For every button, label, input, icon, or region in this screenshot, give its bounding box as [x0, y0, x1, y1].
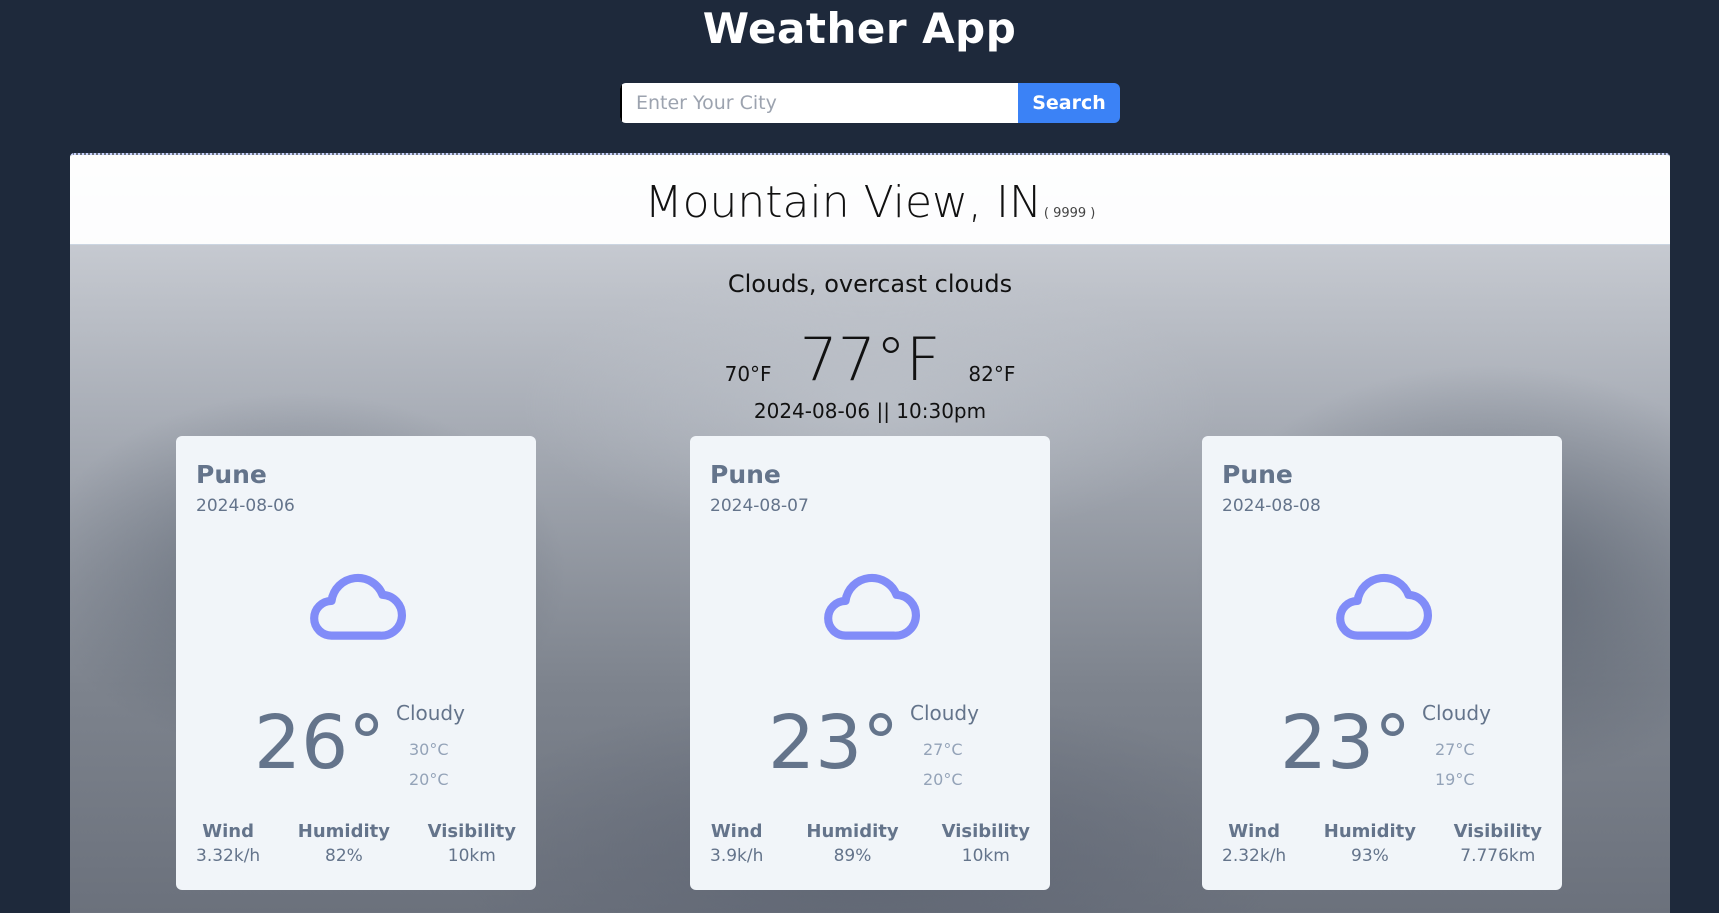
weather-description: Clouds, overcast clouds: [727, 270, 1013, 298]
humidity-stat: Humidity 82%: [298, 821, 390, 866]
humidity-label: Humidity: [806, 821, 899, 842]
forecast-card: Pune 2024-08-07 23° Cloudy 27°C 20°C Win…: [690, 436, 1050, 890]
forecast-card: Pune 2024-08-06 26° Cloudy 30°C 20°C Win…: [176, 436, 536, 890]
visibility-value: 7.776km: [1460, 846, 1536, 866]
forecast-date: 2024-08-07: [710, 496, 809, 516]
wind-value: 3.9k/h: [710, 846, 764, 866]
humidity-stat: Humidity 93%: [1324, 821, 1416, 866]
temp-min: 70°F: [724, 362, 772, 386]
humidity-label: Humidity: [297, 821, 390, 842]
visibility-label: Visibility: [427, 821, 516, 842]
forecast-low: 19°C: [1435, 770, 1475, 789]
forecast-stats: Wind 2.32k/h Humidity 93% Visibility 7.7…: [1222, 821, 1542, 866]
current-temp: 77°F: [799, 325, 941, 395]
visibility-stat: Visibility 10km: [428, 821, 516, 866]
forecast-stats: Wind 3.9k/h Humidity 89% Visibility 10km: [710, 821, 1030, 866]
forecast-city: Pune: [196, 460, 267, 489]
search-button[interactable]: Search: [1018, 83, 1120, 123]
humidity-value: 82%: [325, 846, 363, 866]
temperature-row: 70°F 77°F 82°F: [70, 330, 1670, 390]
city-name: Mountain View, IN: [644, 177, 1042, 228]
wind-value: 3.32k/h: [196, 846, 261, 866]
wind-label: Wind: [1228, 821, 1280, 842]
date-time: 2024-08-06 || 10:30pm: [753, 399, 987, 423]
forecast-low: 20°C: [409, 770, 449, 789]
city-search-input[interactable]: [620, 83, 1018, 123]
forecast-date: 2024-08-08: [1222, 496, 1321, 516]
forecast-stats: Wind 3.32k/h Humidity 82% Visibility 10k…: [196, 821, 516, 866]
forecast-city: Pune: [1222, 460, 1293, 489]
humidity-value: 89%: [833, 846, 872, 866]
visibility-label: Visibility: [941, 821, 1030, 842]
humidity-stat: Humidity 89%: [806, 821, 898, 866]
forecast-card: Pune 2024-08-08 23° Cloudy 27°C 19°C Win…: [1202, 436, 1562, 890]
current-weather-panel: Mountain View, IN( 9999 ) Clouds, overca…: [70, 153, 1670, 913]
forecast-temp: 23°: [1280, 700, 1412, 786]
wind-value: 2.32k/h: [1222, 846, 1287, 866]
temp-max: 82°F: [968, 362, 1016, 386]
search-bar: Search: [620, 83, 1120, 123]
wind-stat: Wind 2.32k/h: [1222, 821, 1286, 866]
wind-label: Wind: [202, 821, 254, 842]
wind-stat: Wind 3.9k/h: [710, 821, 763, 866]
forecast-date: 2024-08-06: [196, 496, 295, 516]
forecast-high: 27°C: [923, 740, 963, 759]
visibility-value: 10km: [447, 846, 496, 866]
visibility-value: 10km: [961, 846, 1010, 866]
forecast-temp: 26°: [254, 700, 386, 786]
location-header: Mountain View, IN( 9999 ): [70, 155, 1670, 245]
wind-label: Wind: [710, 821, 763, 842]
visibility-stat: Visibility 7.776km: [1454, 821, 1542, 866]
humidity-label: Humidity: [1323, 821, 1416, 842]
visibility-label: Visibility: [1453, 821, 1542, 842]
forecast-temp: 23°: [768, 700, 900, 786]
app-title: Weather App: [702, 4, 1017, 53]
visibility-stat: Visibility 10km: [942, 821, 1030, 866]
cloud-icon: [310, 573, 406, 640]
cloud-icon: [1336, 573, 1432, 640]
forecast-condition: Cloudy: [396, 701, 465, 725]
city-code: ( 9999 ): [1043, 206, 1096, 221]
forecast-condition: Cloudy: [1422, 701, 1491, 725]
wind-stat: Wind 3.32k/h: [196, 821, 260, 866]
humidity-value: 93%: [1351, 846, 1389, 866]
forecast-low: 20°C: [923, 770, 963, 789]
forecast-city: Pune: [710, 460, 781, 489]
forecast-condition: Cloudy: [910, 701, 979, 725]
forecast-high: 30°C: [409, 740, 449, 759]
cloud-icon: [824, 573, 920, 640]
forecast-high: 27°C: [1435, 740, 1475, 759]
